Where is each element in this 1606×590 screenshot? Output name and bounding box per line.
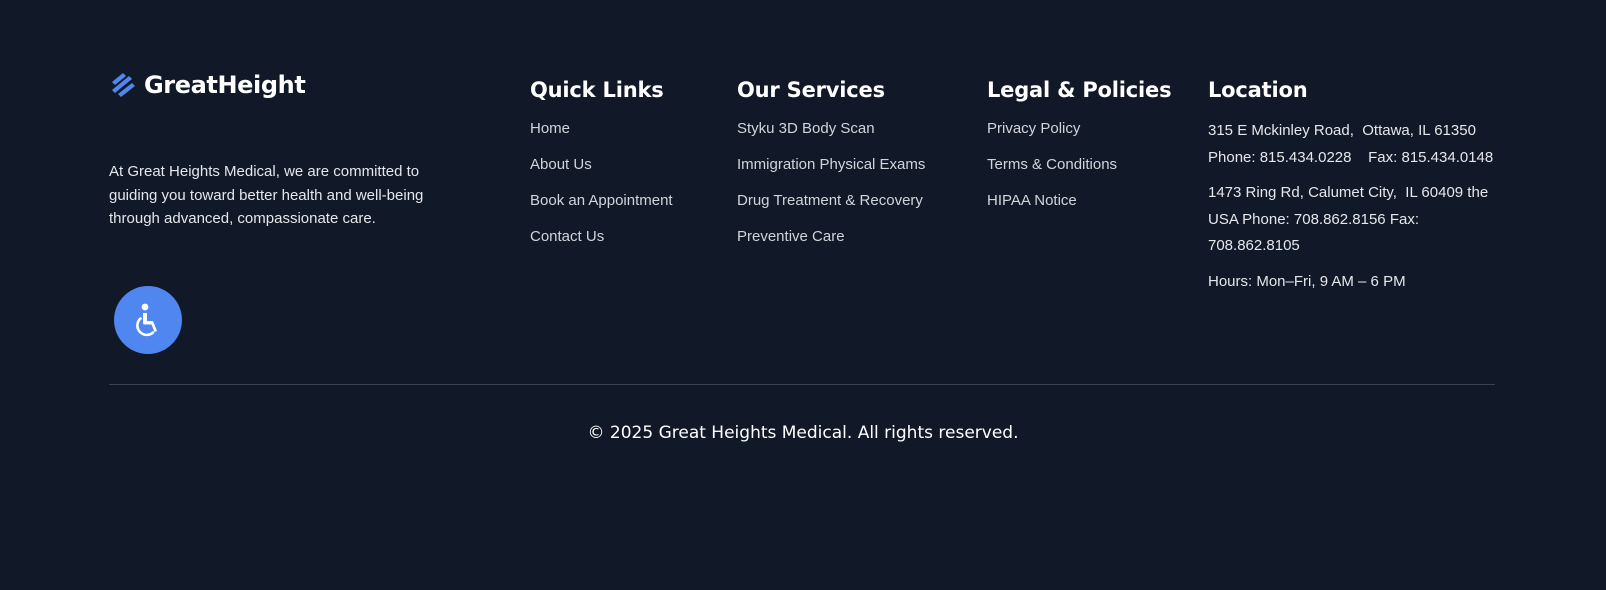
services-heading: Our Services xyxy=(737,78,885,102)
list-item: Book an Appointment xyxy=(530,190,673,226)
link-styku-body-scan[interactable]: Styku 3D Body Scan xyxy=(737,120,875,137)
link-preventive-care[interactable]: Preventive Care xyxy=(737,228,845,245)
list-item: Preventive Care xyxy=(737,226,925,262)
list-item: About Us xyxy=(530,154,673,190)
accessibility-button[interactable] xyxy=(114,286,182,354)
list-item: HIPAA Notice xyxy=(987,190,1171,226)
link-hipaa-notice[interactable]: HIPAA Notice xyxy=(987,192,1077,209)
quick-links-heading: Quick Links xyxy=(530,78,664,102)
list-item: Terms & Conditions xyxy=(987,154,1171,190)
link-about-us[interactable]: About Us xyxy=(530,156,592,173)
list-item: Styku 3D Body Scan xyxy=(737,118,925,154)
list-item: Drug Treatment & Recovery xyxy=(737,190,925,226)
site-footer: GreatHeight At Great Heights Medical, we… xyxy=(0,0,1606,590)
link-contact-us[interactable]: Contact Us xyxy=(530,228,604,245)
business-hours: Hours: Mon–Fri, 9 AM – 6 PM xyxy=(1208,272,1406,290)
logo[interactable]: GreatHeight xyxy=(109,70,469,100)
quick-links-column: Quick Links Home About Us Book an Appoin… xyxy=(530,76,673,262)
location-column: Location 315 E Mckinley Road, Ottawa, IL… xyxy=(1208,76,1498,304)
list-item: Immigration Physical Exams xyxy=(737,154,925,190)
legal-column: Legal & Policies Privacy Policy Terms & … xyxy=(987,76,1172,226)
copyright-text: © 2025 Great Heights Medical. All rights… xyxy=(587,423,1019,443)
link-immigration-exams[interactable]: Immigration Physical Exams xyxy=(737,156,925,173)
brand-description: At Great Heights Medical, we are committ… xyxy=(109,163,424,227)
brand-name: GreatHeight xyxy=(144,71,306,99)
list-item: Home xyxy=(530,118,673,154)
link-privacy-policy[interactable]: Privacy Policy xyxy=(987,120,1080,137)
legal-list: Privacy Policy Terms & Conditions HIPAA … xyxy=(987,118,1171,226)
link-book-appointment[interactable]: Book an Appointment xyxy=(530,192,673,209)
list-item: Privacy Policy xyxy=(987,118,1171,154)
wheelchair-icon xyxy=(136,303,157,337)
list-item: Contact Us xyxy=(530,226,673,262)
link-terms-conditions[interactable]: Terms & Conditions xyxy=(987,156,1117,173)
services-column: Our Services Styku 3D Body Scan Immigrat… xyxy=(737,76,925,262)
legal-heading: Legal & Policies xyxy=(987,78,1172,102)
footer-divider xyxy=(109,384,1495,385)
link-drug-treatment[interactable]: Drug Treatment & Recovery xyxy=(737,192,923,209)
location-ottawa: 315 E Mckinley Road, Ottawa, IL 61350 Ph… xyxy=(1208,122,1494,166)
location-heading: Location xyxy=(1208,78,1308,102)
stacked-chevrons-icon xyxy=(112,73,135,97)
services-list: Styku 3D Body Scan Immigration Physical … xyxy=(737,118,925,262)
footer-brand: GreatHeight At Great Heights Medical, we… xyxy=(109,70,469,231)
quick-links-list: Home About Us Book an Appointment Contac… xyxy=(530,118,673,262)
link-home[interactable]: Home xyxy=(530,120,570,137)
location-calumet-city: 1473 Ring Rd, Calumet City, IL 60409 the… xyxy=(1208,184,1493,254)
